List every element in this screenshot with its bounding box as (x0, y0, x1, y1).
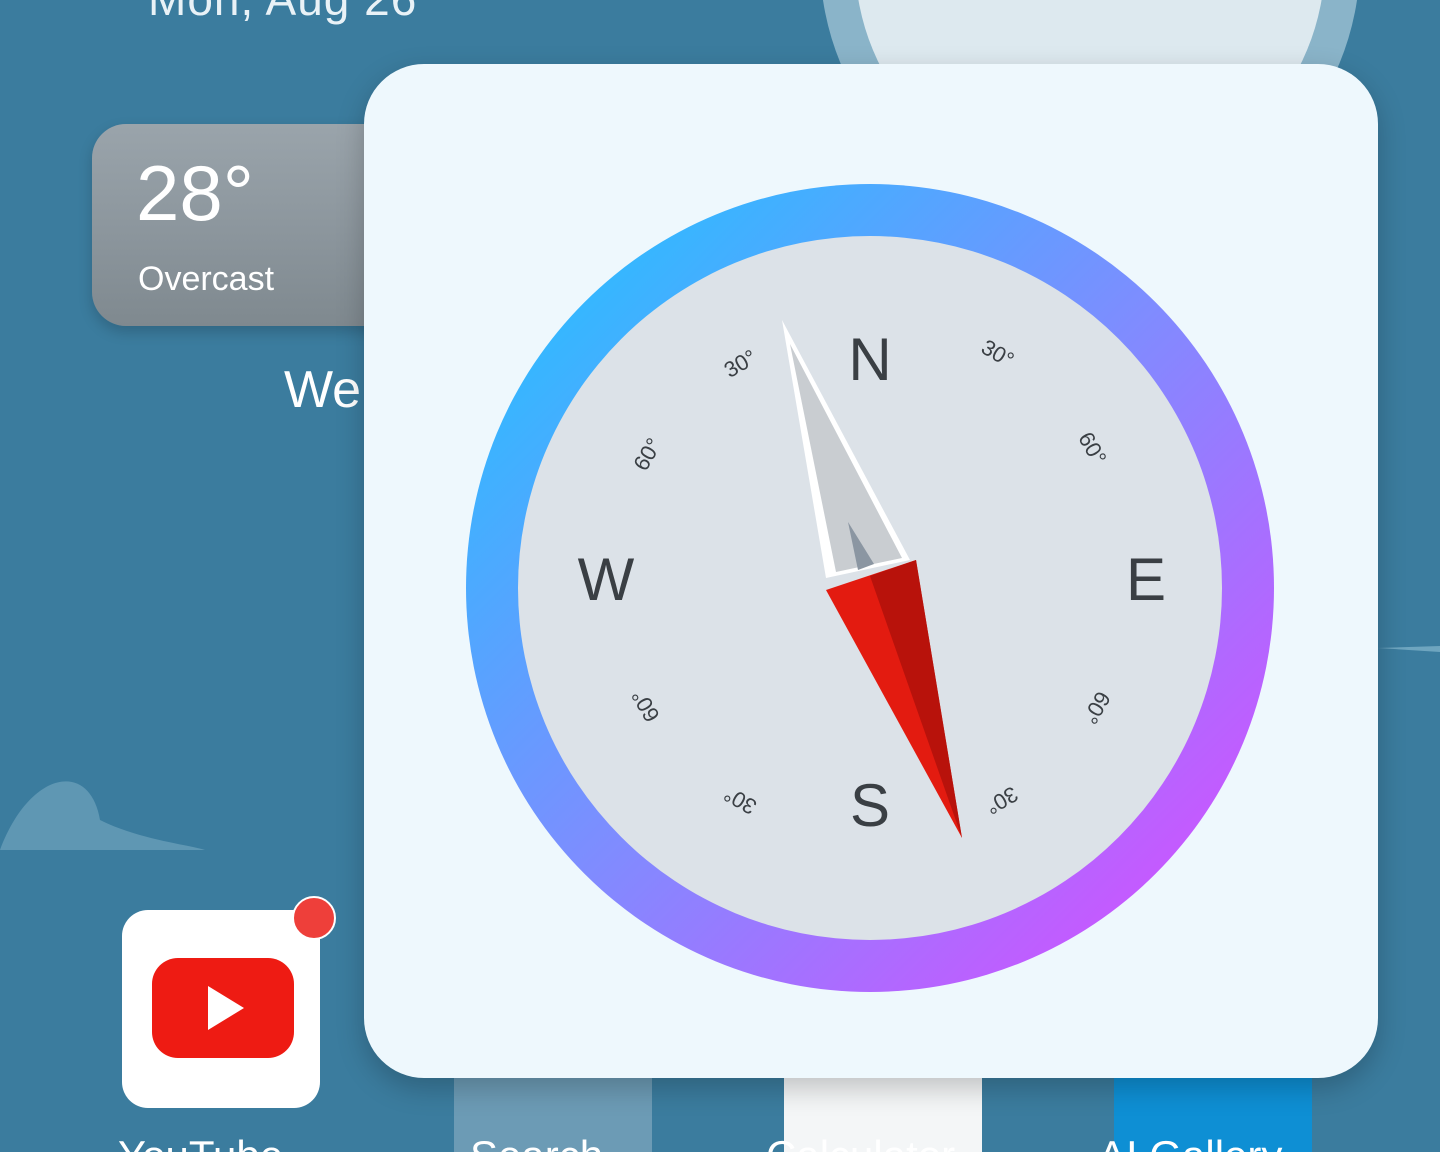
cardinal-e: E (1126, 546, 1166, 613)
wallpaper-streak (1378, 646, 1440, 652)
app-label-gallery: AI Gallery (1098, 1132, 1282, 1152)
compass-widget[interactable]: N E S W 30° 60° 60° 30° 30° 60° 60° 30° (364, 64, 1378, 1078)
weather-temperature: 28° (136, 149, 254, 237)
date-text: Mon, Aug 26 (148, 0, 417, 26)
app-label-calculator: Calculator (766, 1132, 955, 1152)
youtube-app-icon[interactable] (122, 910, 320, 1108)
cardinal-s: S (850, 772, 890, 839)
cardinal-w: W (578, 546, 635, 613)
weather-app-label: We (284, 361, 362, 419)
weather-condition: Overcast (138, 260, 275, 298)
youtube-icon (152, 958, 294, 1058)
app-label-search: Search (470, 1132, 603, 1152)
home-screen: Mon, Aug 26 28° Overcast We YouTube Sear… (0, 0, 1440, 1152)
notification-badge (292, 896, 336, 940)
compass-dial: N E S W 30° 60° 60° 30° 30° 60° 60° 30° (466, 184, 1274, 992)
wallpaper-cloud (0, 781, 205, 850)
app-label-youtube: YouTube (118, 1132, 283, 1152)
cardinal-n: N (848, 326, 891, 393)
